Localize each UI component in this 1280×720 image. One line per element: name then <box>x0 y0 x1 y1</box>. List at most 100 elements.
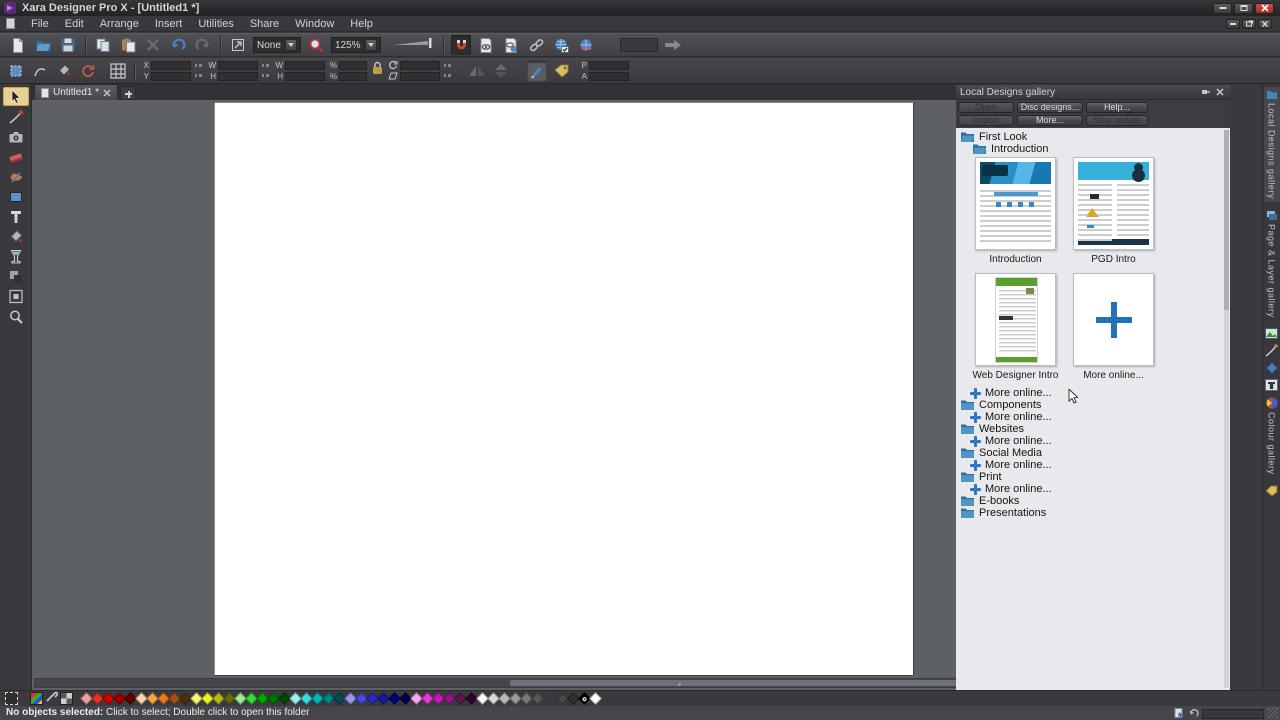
rotation-mode-button[interactable] <box>30 61 50 81</box>
nudge-arrows[interactable] <box>444 61 453 81</box>
contour-tool[interactable] <box>3 287 29 306</box>
doc-minimize-button[interactable] <box>1226 19 1240 29</box>
menu-share[interactable]: Share <box>242 16 287 32</box>
hyperlink-button[interactable] <box>526 35 546 55</box>
color-editor-icon[interactable] <box>30 692 43 705</box>
gallery-scrollbar[interactable] <box>1224 130 1229 688</box>
scrollbar-thumb[interactable] <box>510 680 976 686</box>
tree-folder-components[interactable]: Components <box>956 399 1230 411</box>
new-tab-button[interactable] <box>120 86 136 100</box>
fonts-gallery-icon[interactable] <box>1264 377 1280 393</box>
tab-page-layer-gallery[interactable]: Page & Layer gallery <box>1264 207 1280 321</box>
snap-grid-button[interactable] <box>108 61 128 81</box>
tab-close-icon[interactable] <box>103 89 111 97</box>
doc-restore-button[interactable] <box>1242 19 1256 29</box>
close-panel-button[interactable] <box>1214 87 1226 98</box>
dropdown-arrow-icon[interactable] <box>365 39 377 51</box>
tree-more-online[interactable]: More online... <box>956 459 1230 471</box>
selector-tool[interactable] <box>3 87 29 106</box>
menu-utilities[interactable]: Utilities <box>190 16 241 32</box>
publish-website-button[interactable] <box>551 35 571 55</box>
shadow-tool[interactable] <box>3 267 29 286</box>
tree-folder-ebooks[interactable]: E-books <box>956 495 1230 507</box>
no-color-icon[interactable] <box>60 692 73 705</box>
height-field[interactable] <box>218 72 258 81</box>
x-position-field[interactable] <box>151 61 191 70</box>
doc-close-button[interactable] <box>1258 19 1272 29</box>
flip-horizontal-button[interactable] <box>467 61 487 81</box>
document-tab[interactable]: Untitled1 * <box>34 84 118 100</box>
page-status-icon[interactable] <box>1174 708 1185 719</box>
history-status-icon[interactable] <box>1188 708 1199 719</box>
document-page[interactable] <box>215 103 913 675</box>
line-width-dropdown[interactable]: None <box>253 37 301 53</box>
undo-button[interactable] <box>168 35 188 55</box>
preview-window-button[interactable] <box>476 35 496 55</box>
a-field[interactable] <box>589 72 629 81</box>
nudge-arrows[interactable] <box>262 61 271 81</box>
dropdown-arrow-icon[interactable] <box>285 39 297 51</box>
scrollbar-thumb[interactable] <box>1224 130 1229 310</box>
y-position-field[interactable] <box>151 72 191 81</box>
tree-folder-websites[interactable]: Websites <box>956 423 1230 435</box>
forward-button[interactable] <box>663 35 683 55</box>
menu-help[interactable]: Help <box>342 16 381 32</box>
p-field[interactable] <box>589 61 629 70</box>
menu-file[interactable]: File <box>23 16 57 32</box>
stop-update-button[interactable]: Stop update <box>1086 115 1148 126</box>
flip-vertical-button[interactable] <box>491 61 511 81</box>
shape-edit-tool[interactable] <box>3 107 29 126</box>
new-document-button[interactable] <box>8 35 28 55</box>
text-tool[interactable] <box>3 207 29 226</box>
snap-to-objects-button[interactable] <box>451 35 471 55</box>
shape-painter-tool[interactable] <box>3 167 29 186</box>
color-swatch[interactable] <box>589 692 602 705</box>
rectangle-tool[interactable] <box>3 187 29 206</box>
zoom-level-dropdown[interactable]: 125% <box>331 37 381 53</box>
preview-website-button[interactable] <box>576 35 596 55</box>
paste-button[interactable] <box>118 35 138 55</box>
resize-grip[interactable] <box>1267 707 1279 719</box>
import-button[interactable]: Import <box>958 115 1014 126</box>
thumbnail-pgd-intro[interactable] <box>1073 157 1154 250</box>
open-gallery-button[interactable]: Open <box>958 102 1014 113</box>
line-gallery-icon[interactable] <box>1264 343 1280 359</box>
eyedropper-icon[interactable] <box>45 690 58 708</box>
tag-button[interactable] <box>551 61 571 81</box>
line-width-gauge[interactable] <box>392 36 436 55</box>
delete-button[interactable] <box>143 35 163 55</box>
tab-colour-gallery[interactable]: Colour gallery <box>1264 394 1280 478</box>
nudge-arrows[interactable] <box>195 61 204 81</box>
scale-height-field[interactable] <box>285 72 325 81</box>
tree-folder-introduction[interactable]: Introduction <box>956 143 1230 155</box>
photo-tool[interactable] <box>3 127 29 146</box>
disc-designs-button[interactable]: Disc designs... <box>1017 102 1083 113</box>
thumbnail-web-designer-intro[interactable] <box>975 273 1056 366</box>
skew-angle-field[interactable] <box>400 72 440 81</box>
fill-tool[interactable] <box>3 227 29 246</box>
palette-selection-icon[interactable] <box>5 692 18 705</box>
fill-gallery-icon[interactable] <box>1264 326 1280 342</box>
maximize-button[interactable] <box>1234 3 1253 14</box>
tree-folder-presentations[interactable]: Presentations <box>956 507 1230 519</box>
menu-window[interactable]: Window <box>287 16 342 32</box>
transparency-tool[interactable] <box>3 247 29 266</box>
tree-folder-first-look[interactable]: First Look <box>956 131 1230 143</box>
tree-folder-social-media[interactable]: Social Media <box>956 447 1230 459</box>
fill-transform-button[interactable] <box>54 61 74 81</box>
width-field[interactable] <box>218 61 258 70</box>
save-button[interactable] <box>58 35 78 55</box>
zoom-tool[interactable] <box>3 307 29 326</box>
rotate-selection-button[interactable] <box>78 61 98 81</box>
horizontal-scrollbar[interactable] <box>34 678 986 688</box>
help-button[interactable]: Help... <box>1086 102 1148 113</box>
color-swatch[interactable] <box>531 692 544 705</box>
menu-insert[interactable]: Insert <box>147 16 191 32</box>
menu-arrange[interactable]: Arrange <box>92 16 147 32</box>
copy-button[interactable] <box>93 35 113 55</box>
preview-browser-button[interactable] <box>501 35 521 55</box>
clipart-gallery-icon[interactable] <box>1264 360 1280 376</box>
redo-button[interactable] <box>193 35 213 55</box>
name-gallery-icon[interactable] <box>1264 482 1280 498</box>
tree-more-online[interactable]: More online... <box>956 387 1230 399</box>
